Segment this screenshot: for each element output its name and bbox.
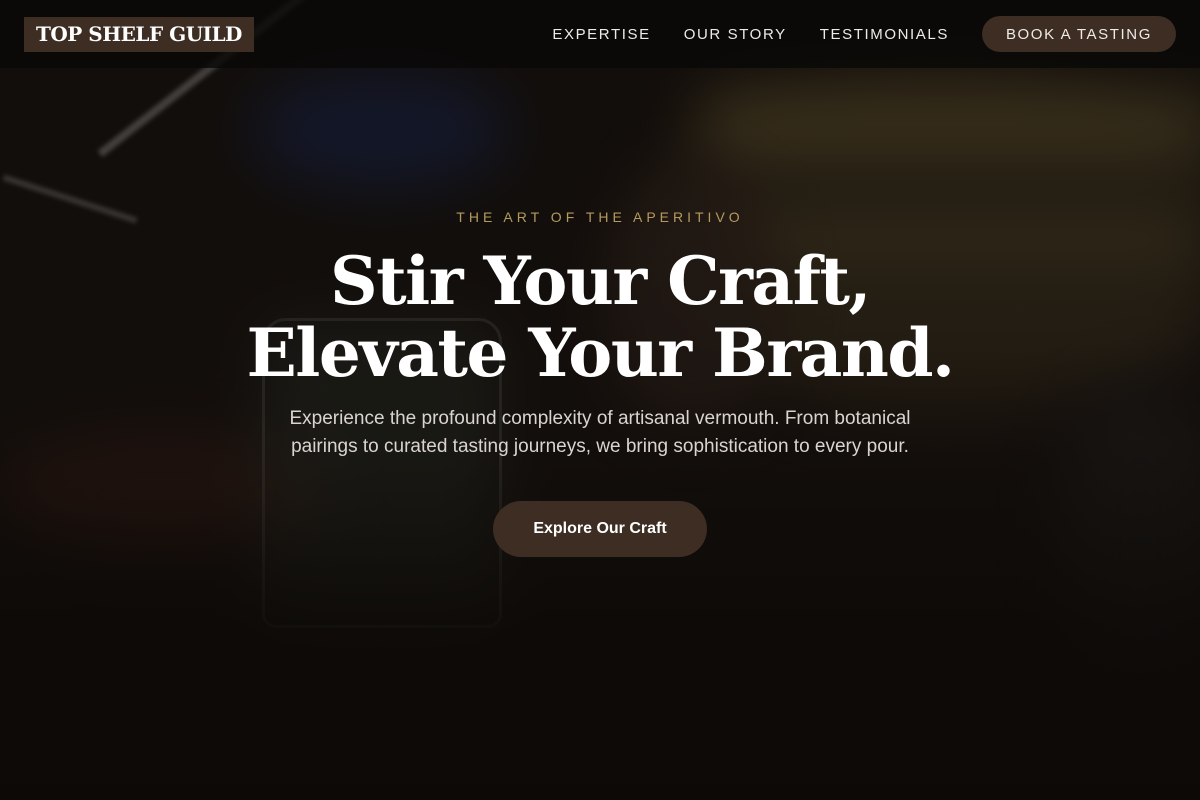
explore-craft-button[interactable]: Explore Our Craft — [493, 501, 707, 557]
hero-subtext: Experience the profound complexity of ar… — [289, 408, 911, 457]
hero-headline-line-2: Elevate Your Brand. — [246, 314, 955, 392]
hero-headline-line-1: Stir Your Craft, — [329, 242, 872, 320]
hero-eyebrow: THE ART OF THE APERITIVO — [456, 209, 744, 225]
hero-headline: Stir Your Craft, Elevate Your Brand. — [246, 242, 955, 392]
hero-section: THE ART OF THE APERITIVO Stir Your Craft… — [0, 0, 1200, 800]
